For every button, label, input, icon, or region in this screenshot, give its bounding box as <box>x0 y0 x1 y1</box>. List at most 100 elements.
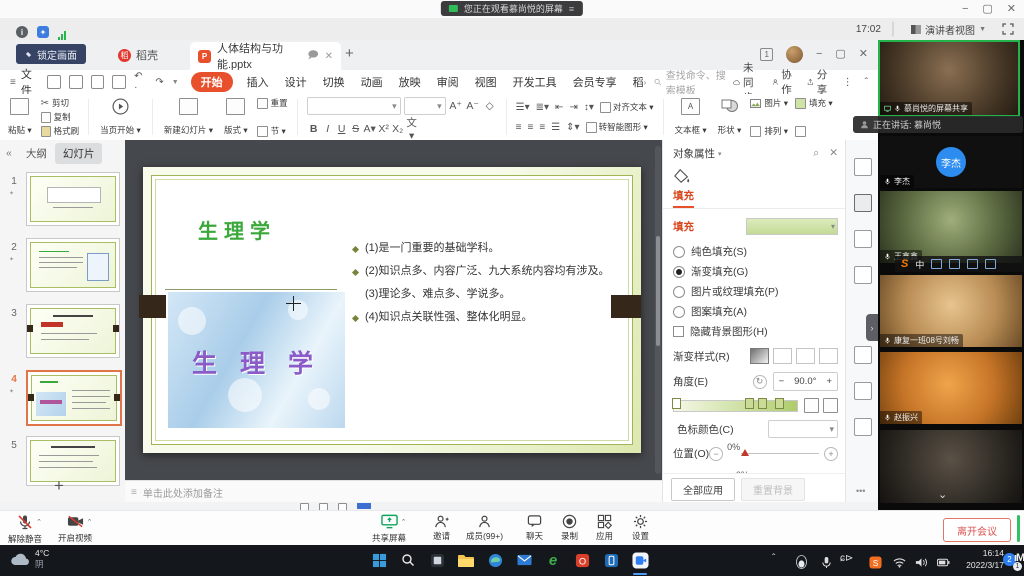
gradient-stop[interactable] <box>775 398 784 409</box>
align-right-icon[interactable]: ≡ <box>539 122 545 133</box>
tab-member[interactable]: 会员专享 <box>573 72 617 92</box>
paste-button[interactable]: 粘贴 ▾ <box>6 97 34 137</box>
collapse-ribbon-icon[interactable]: ˆ <box>865 77 868 88</box>
fullscreen-icon[interactable] <box>1002 23 1014 35</box>
decrease-font-icon[interactable]: A⁻ <box>466 100 480 112</box>
slide-bullet-list[interactable]: (1)是一门重要的基础学科。 (2)知识点多、内容广泛、九大系统内容均有涉及。 … <box>351 241 619 333</box>
textbox-button[interactable]: A 文本框 ▾ <box>673 97 709 137</box>
align-left-icon[interactable]: ≡ <box>516 122 522 133</box>
slide-thumbnail-3[interactable] <box>26 304 120 358</box>
collapse-panel-icon[interactable]: « <box>6 147 12 159</box>
ime-keyboard-icon[interactable] <box>967 259 978 269</box>
share-screen-button[interactable]: ⌃ 共享屏幕 <box>372 514 406 544</box>
pinyin-guide-button[interactable]: 文▾ <box>405 115 419 142</box>
shape-button[interactable]: 形状 ▾ <box>716 97 744 137</box>
rotate-angle-icon[interactable]: ↻ <box>753 375 767 389</box>
angle-plus[interactable]: + <box>821 376 837 387</box>
position-slider[interactable] <box>741 453 819 454</box>
participant-tile[interactable]: 赵振兴 <box>880 352 1022 424</box>
option-picture-fill[interactable]: 图片或纹理填充(P) <box>673 284 838 299</box>
taskbar-clock[interactable]: 16:14 2022/3/17 <box>952 548 1004 572</box>
play-from-current-button[interactable]: 当页开始 ▾ <box>98 97 143 137</box>
more-icon[interactable]: ⋮ <box>843 77 853 88</box>
more-panels-icon[interactable]: ••• <box>856 486 865 496</box>
start-video-button[interactable]: ⌃ 开启视频 <box>58 514 92 544</box>
hide-background-checkbox[interactable]: 隐藏背景图形(H) <box>673 324 838 339</box>
reset-background-button[interactable]: 重置背景 <box>741 478 805 501</box>
underline-button[interactable]: U <box>335 123 349 135</box>
record-button[interactable]: 录制 <box>561 514 578 542</box>
angle-stepper[interactable]: − 90.0° + <box>773 372 838 391</box>
fill-tab[interactable]: 填充 <box>673 188 694 208</box>
slide-canvas[interactable]: 生理学 生 理 学 (1)是一门重要的基础学科。 (2)知识点多、内容广泛、九大… <box>125 140 662 480</box>
section-button[interactable]: 节 ▾ <box>257 125 288 137</box>
outline-icon[interactable] <box>795 126 806 137</box>
print-icon[interactable] <box>91 75 105 89</box>
position-minus[interactable]: − <box>709 447 723 461</box>
tab-developer[interactable]: 开发工具 <box>513 72 557 92</box>
arrange-button[interactable]: 排列 ▾ <box>750 125 788 137</box>
ime-toolbar[interactable]: S 中 <box>895 256 1024 272</box>
font-color-button[interactable]: A▾ <box>363 123 377 135</box>
close-panel-icon[interactable]: ✕ <box>829 147 838 160</box>
format-painter-button[interactable]: 格式刷 <box>41 125 80 137</box>
tab-view[interactable]: 视图 <box>475 72 497 92</box>
reset-button[interactable]: 重置 <box>257 97 288 109</box>
remove-stop-icon[interactable] <box>823 398 838 413</box>
align-text-button[interactable]: 对齐文本 ▾ <box>600 101 654 113</box>
strikethrough-button[interactable]: S <box>349 123 363 135</box>
paragraph-spacing-icon[interactable]: ⇕▾ <box>566 122 579 133</box>
italic-button[interactable]: I <box>321 123 335 135</box>
smart-graphic-button[interactable]: 转智能图形 ▾ <box>586 121 648 133</box>
fill-color-swatch[interactable]: ▾ <box>746 218 838 235</box>
add-stop-icon[interactable] <box>804 398 819 413</box>
comment-icon[interactable]: 🗩 <box>308 48 319 65</box>
quickbar-caret-icon[interactable]: ▼ <box>172 79 179 86</box>
document-tab[interactable]: P 人体结构与功能.pptx 🗩 ✕ <box>190 42 341 70</box>
command-search[interactable]: 查找命令、搜索模板 <box>654 67 733 97</box>
undo-icon[interactable]: ↶ · <box>134 71 147 93</box>
tab-design[interactable]: 设计 <box>285 72 307 92</box>
tray-expand-icon[interactable]: ˆ <box>772 553 775 564</box>
qq-tray-icon[interactable] <box>790 551 812 573</box>
scroll-more-chevron-icon[interactable]: ⌄ <box>938 488 947 501</box>
gradient-style-path[interactable] <box>819 348 838 364</box>
slides-tab[interactable]: 幻灯片 <box>55 143 103 164</box>
headset-tray-icon[interactable]: ɕ⊳ <box>840 553 853 564</box>
angle-minus[interactable]: − <box>774 376 790 387</box>
taskbar-search-button[interactable] <box>397 549 419 571</box>
ime-punctuation-icon[interactable] <box>931 259 942 269</box>
gradient-style-radial[interactable] <box>773 348 792 364</box>
slide-thumbnail-2[interactable] <box>26 238 120 292</box>
windows-start-button[interactable] <box>368 549 390 571</box>
lock-screen-overlay-button[interactable]: 锁定画面 <box>16 44 86 64</box>
unmute-button[interactable]: ⌃ 解除静音 <box>8 514 42 545</box>
gradient-style-rect[interactable] <box>796 348 815 364</box>
watching-screen-banner[interactable]: 您正在观看慕尚悦的屏幕 ≡ <box>441 1 583 16</box>
help-icon[interactable] <box>854 346 872 364</box>
close-tab-icon[interactable]: ✕ <box>325 51 333 62</box>
participant-tile-sharer[interactable]: 慕尚悦的屏幕共享 <box>878 40 1020 117</box>
properties-sliders-icon[interactable] <box>854 194 872 212</box>
expand-panel-handle[interactable]: › <box>866 314 878 341</box>
wifi-tray-icon[interactable] <box>888 551 910 573</box>
tab-insert[interactable]: 插入 <box>247 72 269 92</box>
canvas-scrollbar[interactable] <box>655 146 661 474</box>
maximize-icon[interactable]: ▢ <box>982 0 992 18</box>
bullet-list-icon[interactable]: ☰▾ <box>516 102 530 113</box>
selection-pane-icon[interactable] <box>854 266 872 284</box>
ime-toolbox-icon[interactable] <box>985 259 996 269</box>
file-explorer-button[interactable] <box>455 549 477 571</box>
slide-thumbnail-5[interactable] <box>26 436 120 486</box>
invite-button[interactable]: 邀请 <box>433 514 450 542</box>
slide-title[interactable]: 生理学 <box>198 215 276 244</box>
save-icon[interactable] <box>47 75 61 89</box>
tab-animation[interactable]: 动画 <box>361 72 383 92</box>
add-slide-button[interactable]: + <box>54 476 64 496</box>
network-signal-icon[interactable] <box>58 23 67 41</box>
picture-button[interactable]: 图片 ▾ <box>750 97 788 109</box>
edge-browser-button[interactable] <box>484 549 506 571</box>
slide-image[interactable]: 生 理 学 <box>168 292 345 428</box>
justify-icon[interactable]: ☰ <box>551 122 560 133</box>
increase-indent-icon[interactable]: ⇥ <box>569 102 577 113</box>
